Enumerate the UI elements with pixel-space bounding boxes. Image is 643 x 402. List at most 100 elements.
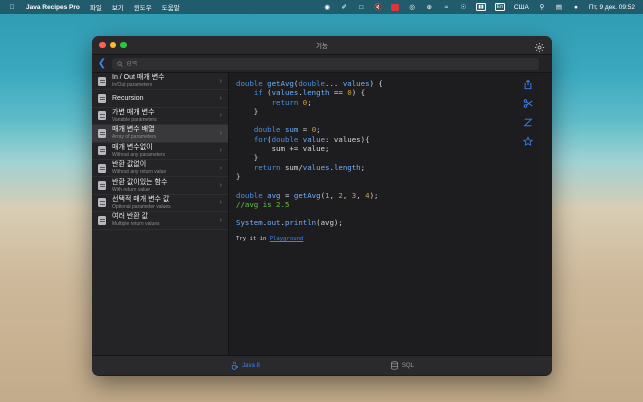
tab-java-label: Java 8 (242, 362, 260, 369)
menu-app-name[interactable]: Java Recipes Pro (26, 4, 80, 11)
item-title: 선택적 매개 변수 값 (112, 195, 170, 203)
tab-sql[interactable]: SQL (390, 361, 414, 370)
gear-icon[interactable] (534, 40, 545, 53)
zoom-button[interactable] (120, 41, 127, 49)
vpn-icon[interactable]: ◎ (408, 4, 416, 11)
sidebar-item-without-return-value[interactable]: 반환 값없이 Without any return value › (92, 160, 228, 178)
item-subtitle: Multiple return values (112, 221, 160, 228)
tab-java[interactable]: Java 8 (230, 361, 260, 370)
chevron-right-icon: › (219, 147, 222, 155)
document-icon (98, 146, 106, 156)
code-line: //avg is 2.5 (236, 199, 290, 209)
document-icon (98, 76, 106, 86)
action-toolbar (522, 77, 534, 146)
app-window: 기능 ❮ In / Out 매개 변수 In/Out parameters (92, 36, 552, 376)
item-title: 매개 변수없이 (112, 143, 153, 151)
apple-icon[interactable]:  (8, 4, 16, 11)
chevron-right-icon: › (219, 216, 222, 224)
sidebar-item-multiple-return-values[interactable]: 여러 반환 값 Multiple return values › (92, 212, 228, 230)
sidebar-item-optional-parameter-values[interactable]: 선택적 매개 변수 값 Optional parameter values › (92, 195, 228, 213)
database-icon (390, 361, 398, 370)
item-subtitle: With return value (112, 186, 150, 193)
bluetooth-icon[interactable]: ⊕ (425, 4, 433, 11)
code-line: return sum/values.length; (253, 162, 366, 172)
sidebar-item-array-of-parameters[interactable]: 매개 변수 배열 Array of parameters › (92, 125, 228, 143)
keyboard-icon[interactable]: En (494, 3, 505, 11)
document-icon (98, 94, 106, 104)
item-subtitle: Optional parameter values (112, 203, 171, 210)
sidebar-item-recursion[interactable]: Recursion › (92, 90, 228, 108)
code-block: double getAvg(double... values) { if (va… (236, 79, 538, 228)
search-input[interactable] (126, 60, 526, 67)
document-icon (98, 198, 106, 208)
account-icon[interactable]: ☉ (459, 4, 467, 11)
code-line: double avg = getAvg(1, 2, 3, 4); (236, 190, 379, 200)
item-title: 가변 매개 변수 (112, 108, 155, 116)
battery-icon[interactable]: ▮▮ (476, 3, 486, 11)
sidebar-item-variable-parameters[interactable]: 가변 매개 변수 Variable parameters › (92, 108, 228, 126)
item-title: In / Out 매개 변수 (112, 74, 165, 82)
volume-icon[interactable]: 🔇 (374, 4, 382, 11)
search-row: ❮ (92, 55, 552, 73)
magnifier-icon (117, 60, 123, 67)
chevron-right-icon: › (219, 164, 222, 172)
chevron-right-icon: › (219, 95, 222, 103)
siri-icon[interactable]: ● (572, 4, 580, 11)
code-line: } (236, 171, 241, 181)
back-chevron-icon[interactable]: ❮ (94, 58, 110, 69)
item-title: 반환 값없이 (112, 161, 147, 169)
item-title: Recursion (112, 94, 144, 102)
chevron-right-icon: › (219, 182, 222, 190)
input-source[interactable]: США (514, 4, 529, 11)
tab-bar: Java 8 SQL (92, 355, 552, 375)
item-subtitle: Without any parameters (112, 151, 166, 158)
code-line: for(double value: values){ (253, 134, 370, 144)
sidebar-item-in-out-parameters[interactable]: In / Out 매개 변수 In/Out parameters › (92, 73, 228, 91)
code-panel: double getAvg(double... values) { if (va… (229, 73, 538, 355)
scissors-icon[interactable] (523, 96, 533, 108)
chevron-right-icon: › (219, 199, 222, 207)
pen-icon[interactable]: ✐ (340, 4, 348, 11)
sidebar-item-without-parameters[interactable]: 매개 변수없이 Without any parameters › (92, 143, 228, 160)
code-line: return 0; (271, 97, 312, 107)
sidebar-item-with-return-value[interactable]: 반환 값이있는 함수 With return value › (92, 177, 228, 195)
try-it-line: Try it in Playground (236, 236, 538, 242)
code-line: } (236, 153, 259, 163)
search-icon[interactable]: ⚲ (538, 4, 546, 11)
close-button[interactable] (99, 41, 106, 49)
menu-view[interactable]: 보기 (112, 2, 124, 12)
document-icon (98, 215, 106, 225)
title-bar: 기능 (92, 36, 552, 55)
java-cup-icon (232, 361, 239, 370)
try-it-prefix: Try it in (236, 235, 270, 242)
message-icon[interactable]: □ (357, 4, 365, 11)
document-icon (98, 163, 106, 173)
minimize-button[interactable] (109, 41, 116, 49)
menu-help[interactable]: 도움말 (162, 2, 180, 12)
item-title: 반환 값이있는 함수 (112, 178, 168, 186)
code-line: if (values.length == 0) { (253, 88, 366, 98)
wifi-icon[interactable]: ≈ (442, 4, 450, 11)
control-center-icon[interactable]: ▤ (555, 4, 563, 11)
share-icon[interactable] (523, 77, 533, 90)
document-icon (98, 181, 106, 191)
menu-file[interactable]: 파일 (90, 2, 102, 12)
clock[interactable]: Пт, 9 дек. 09:52 (589, 4, 635, 11)
code-line: System.out.println(avg); (236, 218, 343, 228)
item-subtitle: Without any return value (112, 169, 167, 176)
code-line: double getAvg(double... values) { (236, 79, 383, 88)
record-icon[interactable] (391, 3, 400, 11)
creative-cloud-icon[interactable]: ◉ (323, 4, 331, 11)
star-icon[interactable] (522, 134, 534, 146)
item-title: 매개 변수 배열 (112, 126, 155, 134)
chevron-right-icon: › (219, 129, 222, 137)
menu-bar:  Java Recipes Pro 파일 보기 윈도우 도움말 ◉ ✐ □ 🔇… (0, 0, 643, 14)
window-title: 기능 (316, 43, 328, 50)
search-field[interactable] (112, 57, 539, 70)
sort-icon[interactable] (523, 115, 533, 127)
item-subtitle: Array of parameters (112, 134, 157, 141)
playground-link[interactable]: Playground (270, 236, 304, 242)
menu-window[interactable]: 윈도우 (134, 2, 152, 12)
item-subtitle: In/Out parameters (112, 82, 153, 89)
